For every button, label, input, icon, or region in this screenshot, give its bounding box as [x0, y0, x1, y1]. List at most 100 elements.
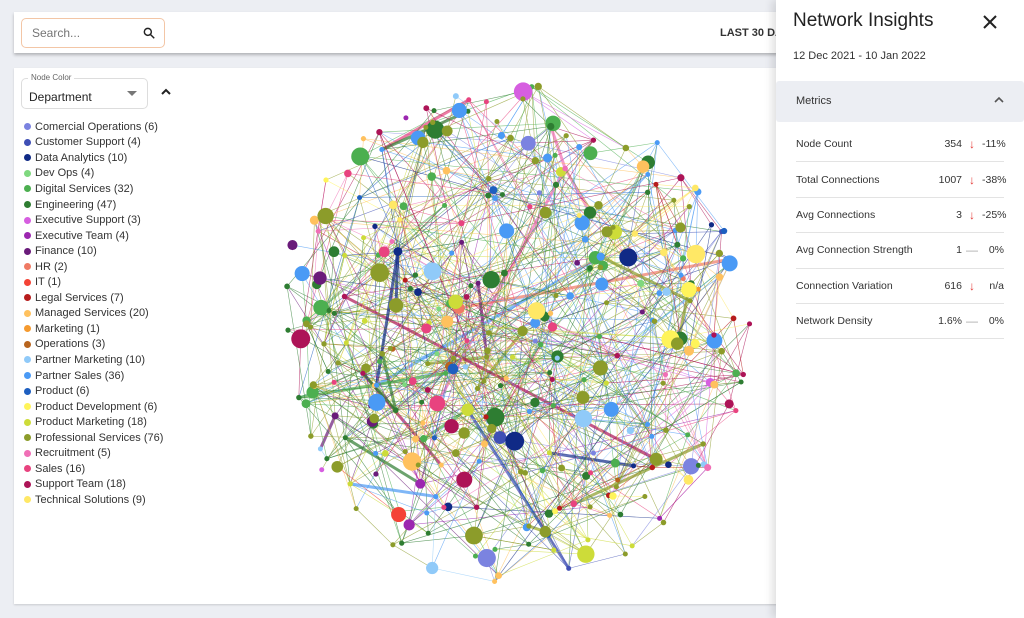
graph-node[interactable] — [530, 397, 540, 408]
graph-node[interactable] — [412, 272, 419, 278]
graph-node[interactable] — [361, 318, 368, 324]
graph-node[interactable] — [417, 136, 429, 149]
graph-node[interactable] — [721, 255, 738, 272]
graph-node[interactable] — [710, 380, 719, 389]
graph-node[interactable] — [485, 330, 492, 336]
graph-node[interactable] — [415, 478, 426, 489]
graph-node[interactable] — [732, 369, 740, 378]
graph-node[interactable] — [438, 462, 444, 468]
graph-node[interactable] — [537, 341, 544, 348]
graph-node[interactable] — [746, 321, 753, 327]
graph-node[interactable] — [465, 526, 483, 545]
graph-node[interactable] — [403, 519, 415, 531]
close-icon[interactable] — [982, 14, 998, 30]
graph-node[interactable] — [335, 360, 341, 366]
graph-node[interactable] — [360, 370, 366, 376]
graph-node[interactable] — [662, 371, 669, 378]
graph-node[interactable] — [597, 264, 604, 271]
graph-node[interactable] — [448, 294, 463, 310]
graph-node[interactable] — [607, 512, 613, 518]
legend-item[interactable]: Customer Support (4) — [24, 135, 163, 151]
graph-node[interactable] — [309, 381, 318, 389]
graph-node[interactable] — [603, 300, 610, 306]
graph-node[interactable] — [554, 355, 560, 361]
graph-node[interactable] — [442, 166, 451, 175]
graph-node[interactable] — [581, 236, 589, 243]
graph-node[interactable] — [711, 332, 717, 338]
graph-node[interactable] — [583, 146, 598, 161]
graph-node[interactable] — [474, 385, 481, 392]
graph-node[interactable] — [378, 246, 390, 258]
graph-node[interactable] — [507, 134, 514, 142]
graph-node[interactable] — [553, 293, 559, 299]
graph-node[interactable] — [402, 449, 408, 455]
graph-node[interactable] — [642, 494, 648, 500]
legend-item[interactable]: Sales (16) — [24, 461, 163, 477]
graph-node[interactable] — [451, 449, 460, 457]
node-color-select[interactable]: Node Color Department — [21, 73, 148, 109]
graph-node[interactable] — [619, 248, 638, 267]
graph-node[interactable] — [487, 423, 497, 434]
graph-node[interactable] — [433, 493, 439, 500]
graph-node[interactable] — [547, 370, 553, 376]
graph-node[interactable] — [574, 409, 593, 428]
graph-node[interactable] — [483, 99, 489, 105]
graph-node[interactable] — [353, 506, 359, 512]
graph-node[interactable] — [617, 511, 624, 518]
graph-node[interactable] — [368, 393, 386, 411]
graph-node[interactable] — [452, 93, 459, 100]
graph-node[interactable] — [685, 432, 691, 438]
graph-node[interactable] — [331, 379, 337, 385]
graph-node[interactable] — [576, 213, 582, 219]
graph-node[interactable] — [691, 184, 699, 192]
graph-node[interactable] — [477, 548, 496, 568]
graph-node[interactable] — [499, 223, 515, 239]
graph-node[interactable] — [534, 82, 542, 91]
graph-node[interactable] — [472, 553, 478, 559]
graph-node[interactable] — [596, 333, 603, 340]
graph-node[interactable] — [303, 320, 310, 328]
graph-node[interactable] — [577, 545, 595, 563]
graph-node[interactable] — [626, 426, 635, 435]
graph-node[interactable] — [325, 368, 331, 374]
legend-item[interactable]: Partner Sales (36) — [24, 368, 163, 384]
graph-node[interactable] — [458, 427, 470, 439]
graph-node[interactable] — [449, 250, 455, 256]
graph-node[interactable] — [724, 399, 734, 409]
graph-node[interactable] — [539, 525, 552, 538]
graph-node[interactable] — [296, 394, 302, 401]
graph-node[interactable] — [468, 283, 474, 289]
graph-node[interactable] — [574, 260, 580, 266]
graph-node[interactable] — [677, 174, 685, 182]
graph-node[interactable] — [317, 207, 334, 225]
graph-node[interactable] — [552, 508, 558, 515]
graph-node[interactable] — [285, 327, 291, 333]
graph-node[interactable] — [678, 272, 684, 278]
graph-node[interactable] — [427, 172, 436, 181]
graph-node[interactable] — [660, 248, 668, 257]
chevron-up-icon[interactable] — [994, 95, 1004, 105]
graph-node[interactable] — [441, 504, 447, 510]
graph-node[interactable] — [501, 269, 508, 277]
legend-item[interactable]: Executive Support (3) — [24, 212, 163, 228]
graph-node[interactable] — [547, 322, 558, 332]
graph-node[interactable] — [441, 315, 454, 328]
legend-item[interactable]: Technical Solutions (9) — [24, 492, 163, 508]
legend-item[interactable]: Digital Services (32) — [24, 181, 163, 197]
graph-node[interactable] — [392, 407, 399, 414]
graph-node[interactable] — [425, 530, 431, 536]
graph-node[interactable] — [549, 376, 555, 382]
graph-node[interactable] — [499, 192, 505, 198]
graph-node[interactable] — [657, 515, 663, 521]
graph-node[interactable] — [526, 523, 532, 529]
graph-node[interactable] — [444, 418, 459, 434]
graph-node[interactable] — [420, 420, 426, 426]
graph-node[interactable] — [539, 467, 546, 474]
graph-node[interactable] — [429, 395, 446, 412]
graph-node[interactable] — [610, 224, 616, 230]
graph-node[interactable] — [590, 137, 597, 143]
graph-node[interactable] — [546, 450, 552, 456]
graph-node[interactable] — [391, 506, 407, 523]
legend-item[interactable]: Data Analytics (10) — [24, 150, 163, 166]
graph-node[interactable] — [494, 118, 500, 124]
